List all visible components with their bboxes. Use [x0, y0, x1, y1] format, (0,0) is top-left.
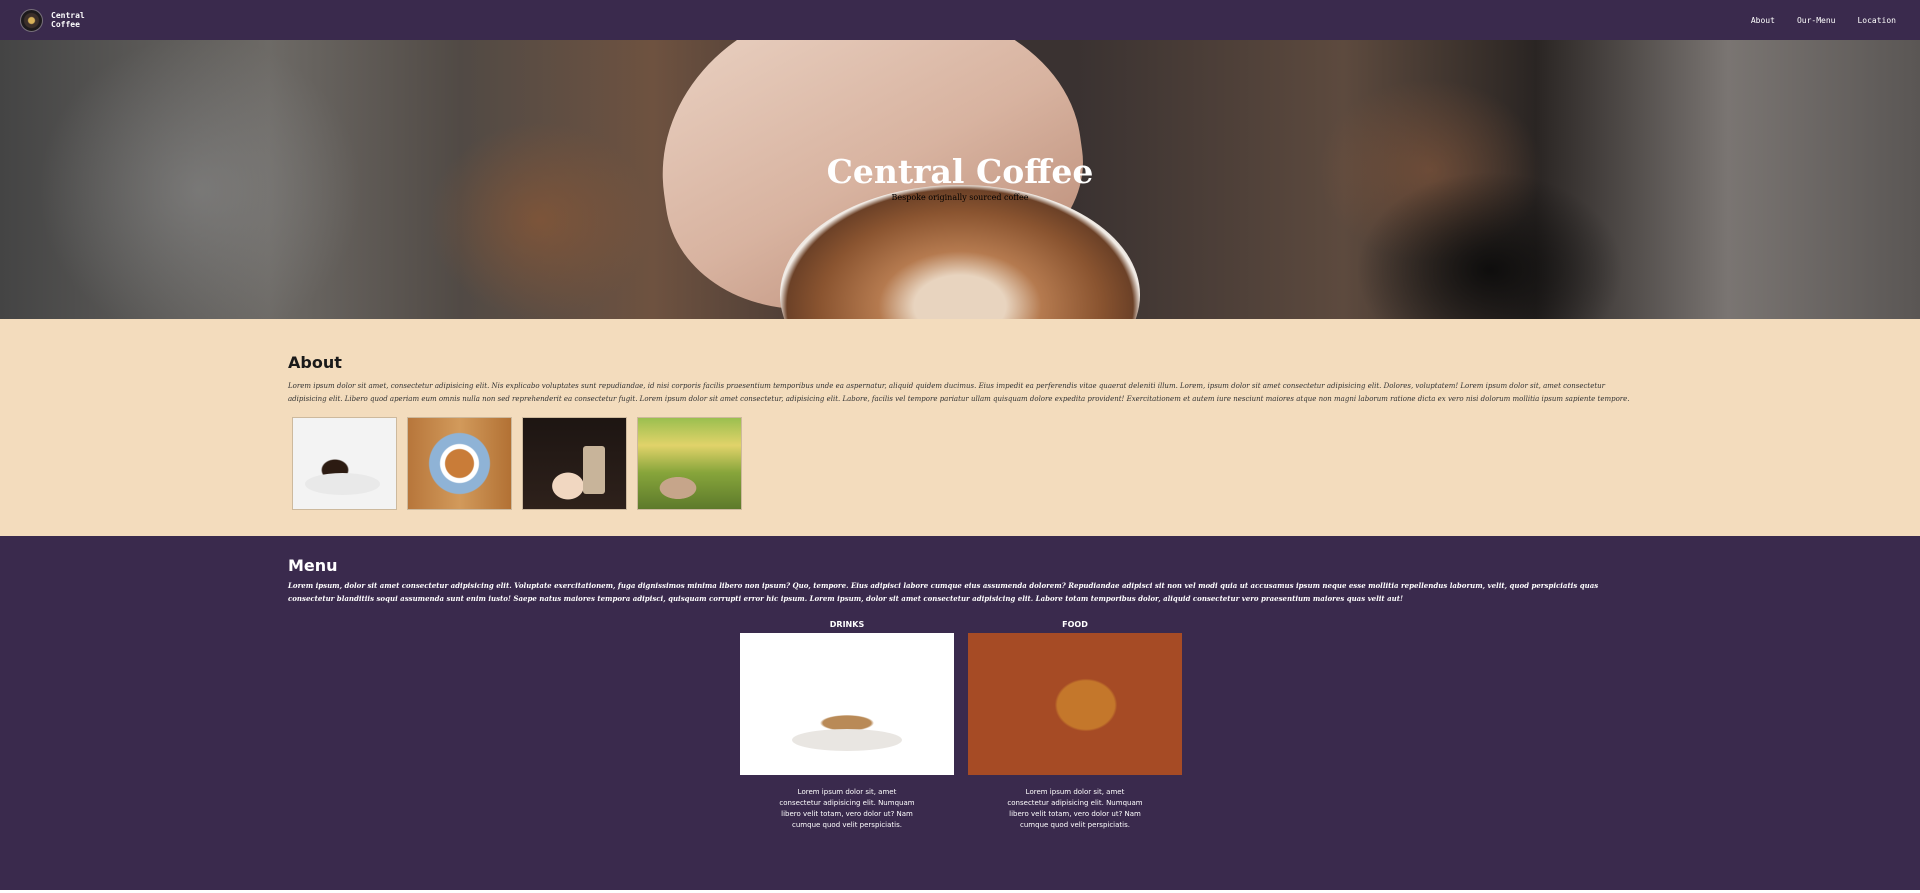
gallery-image-espresso-cup [407, 417, 512, 510]
card-title: DRINKS [829, 620, 865, 629]
menu-text: Lorem ipsum, dolor sit amet consectetur … [288, 581, 1599, 603]
nav-links: About Our-Menu Location [1751, 16, 1896, 25]
brand[interactable]: Central Coffee [20, 8, 87, 32]
card-title: FOOD [1062, 620, 1088, 629]
nav-link-location[interactable]: Location [1857, 16, 1896, 25]
coffee-cup-logo-icon [20, 8, 43, 32]
drinks-image [740, 633, 954, 775]
hero-banner: Central Coffee Bespoke originally source… [0, 40, 1920, 319]
menu-section: Menu Lorem ipsum, dolor sit amet consect… [0, 536, 1920, 890]
menu-title: Menu [288, 556, 338, 575]
gallery-image-coffee-beans [292, 417, 397, 510]
top-navbar: Central Coffee About Our-Menu Location [0, 0, 1920, 40]
nav-link-about[interactable]: About [1751, 16, 1775, 25]
nav-link-our-menu[interactable]: Our-Menu [1797, 16, 1836, 25]
about-text: Lorem ipsum dolor sit amet, consectetur … [288, 382, 1630, 403]
card-description: Lorem ipsum dolor sit, amet consectetur … [779, 788, 915, 829]
card-description: Lorem ipsum dolor sit, amet consectetur … [1007, 788, 1143, 829]
gallery-image-coffee-field [637, 417, 742, 510]
menu-cards: DRINKS Lorem ipsum dolor sit, amet conse… [740, 620, 1182, 831]
menu-card-drinks: DRINKS Lorem ipsum dolor sit, amet conse… [740, 620, 954, 831]
gallery-image-donut-coffee [522, 417, 627, 510]
menu-card-food: FOOD Lorem ipsum dolor sit, amet consect… [968, 620, 1182, 831]
about-section: About Lorem ipsum dolor sit amet, consec… [0, 319, 1920, 536]
brand-name: Central Coffee [51, 11, 85, 29]
about-gallery [288, 417, 1632, 510]
hero-subtitle: Bespoke originally sourced coffee [891, 193, 1029, 202]
food-image [968, 633, 1182, 775]
hero-title: Central Coffee [826, 152, 1094, 191]
about-title: About [288, 353, 342, 372]
